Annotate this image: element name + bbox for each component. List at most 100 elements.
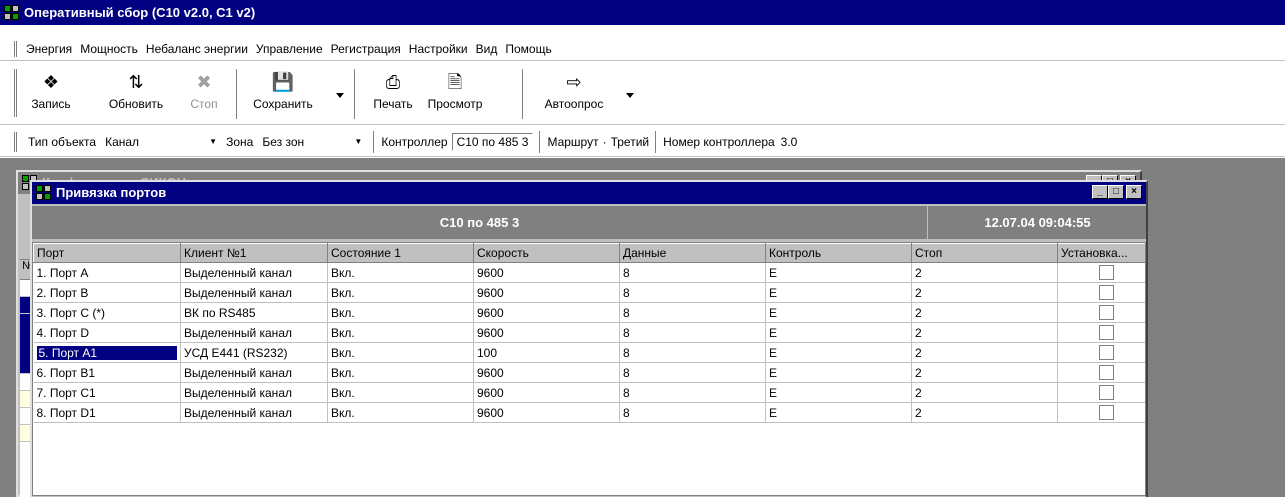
- speed-cell[interactable]: 9600: [473, 322, 620, 343]
- stop-bits-cell[interactable]: 2: [911, 402, 1058, 423]
- menu-view[interactable]: Вид: [472, 42, 502, 56]
- port-cell[interactable]: 2. Порт В: [33, 282, 181, 303]
- table-row[interactable]: 2. Порт В Выделенный канал Вкл. 9600 8 E 2: [33, 282, 1145, 303]
- speed-cell[interactable]: 100: [473, 342, 620, 363]
- state-cell[interactable]: Вкл.: [327, 262, 474, 283]
- install-checkbox[interactable]: [1099, 345, 1114, 361]
- speed-cell[interactable]: 9600: [473, 302, 620, 323]
- state-cell[interactable]: Вкл.: [327, 382, 474, 403]
- stop-bits-cell[interactable]: 2: [911, 322, 1058, 343]
- stop-bits-cell[interactable]: 2: [911, 362, 1058, 383]
- install-checkbox[interactable]: [1099, 365, 1114, 381]
- autopoll-dropdown-icon[interactable]: [626, 93, 634, 98]
- client-cell[interactable]: Выделенный канал: [180, 282, 328, 303]
- port-cell[interactable]: 6. Порт В1: [33, 362, 181, 383]
- toolbar-grip[interactable]: [14, 69, 17, 117]
- data-bits-cell[interactable]: 8: [619, 362, 766, 383]
- speed-cell[interactable]: 9600: [473, 382, 620, 403]
- table-row[interactable]: 6. Порт В1 Выделенный канал Вкл. 9600 8 E 2: [33, 362, 1145, 383]
- stop-bits-cell[interactable]: 2: [911, 342, 1058, 363]
- ports-window[interactable]: Привязка портов _ □ × С10 по 485 3 12.07…: [30, 180, 1148, 497]
- column-header[interactable]: Порт: [33, 243, 181, 263]
- record-button[interactable]: ❖ Запись: [28, 69, 74, 121]
- data-bits-cell[interactable]: 8: [619, 402, 766, 423]
- data-bits-cell[interactable]: 8: [619, 342, 766, 363]
- state-cell[interactable]: Вкл.: [327, 342, 474, 363]
- menu-settings[interactable]: Настройки: [405, 42, 472, 56]
- stop-bits-cell[interactable]: 2: [911, 282, 1058, 303]
- table-row[interactable]: 4. Порт D Выделенный канал Вкл. 9600 8 E 2: [33, 322, 1145, 343]
- maximize-icon[interactable]: □: [1108, 185, 1124, 199]
- menu-power[interactable]: Мощность: [76, 42, 142, 56]
- install-checkbox[interactable]: [1099, 305, 1114, 321]
- state-cell[interactable]: Вкл.: [327, 402, 474, 423]
- preview-button[interactable]: 🗎 Просмотр: [422, 69, 488, 121]
- stop-bits-cell[interactable]: 2: [911, 382, 1058, 403]
- client-cell[interactable]: Выделенный канал: [180, 402, 328, 423]
- ports-table[interactable]: Порт Клиент №1 Состояние 1 Скорость Данн…: [32, 242, 1146, 496]
- menu-energy[interactable]: Энергия: [22, 42, 76, 56]
- minimize-icon[interactable]: _: [1092, 185, 1108, 199]
- parity-cell[interactable]: E: [765, 282, 912, 303]
- table-row[interactable]: 7. Порт С1 Выделенный канал Вкл. 9600 8 E 2: [33, 382, 1145, 403]
- parity-cell[interactable]: E: [765, 362, 912, 383]
- install-checkbox[interactable]: [1099, 405, 1114, 421]
- data-bits-cell[interactable]: 8: [619, 262, 766, 283]
- save-button[interactable]: 💾 Сохранить: [248, 69, 318, 121]
- table-row[interactable]: 5. Порт А1 УСД Е441 (RS232) Вкл. 100 8 E 2: [33, 342, 1145, 363]
- port-cell[interactable]: 3. Порт С (*): [33, 302, 181, 323]
- menu-registration[interactable]: Регистрация: [327, 42, 405, 56]
- table-row[interactable]: 1. Порт А Выделенный канал Вкл. 9600 8 E 2: [33, 262, 1145, 283]
- client-cell[interactable]: Выделенный канал: [180, 262, 328, 283]
- column-header[interactable]: Скорость: [473, 243, 620, 263]
- chevron-down-icon[interactable]: ▼: [205, 133, 221, 151]
- menu-control[interactable]: Управление: [252, 42, 327, 56]
- column-header[interactable]: Стоп: [911, 243, 1058, 263]
- column-header[interactable]: Контроль: [765, 243, 912, 263]
- install-checkbox[interactable]: [1099, 385, 1114, 401]
- chevron-down-icon[interactable]: ▼: [350, 133, 366, 151]
- data-bits-cell[interactable]: 8: [619, 382, 766, 403]
- menu-help[interactable]: Помощь: [501, 42, 555, 56]
- parity-cell[interactable]: E: [765, 262, 912, 283]
- menu-imbalance[interactable]: Небаланс энергии: [142, 42, 252, 56]
- install-checkbox[interactable]: [1099, 265, 1114, 281]
- state-cell[interactable]: Вкл.: [327, 322, 474, 343]
- speed-cell[interactable]: 9600: [473, 362, 620, 383]
- client-cell[interactable]: Выделенный канал: [180, 362, 328, 383]
- speed-cell[interactable]: 9600: [473, 282, 620, 303]
- data-bits-cell[interactable]: 8: [619, 302, 766, 323]
- stop-bits-cell[interactable]: 2: [911, 302, 1058, 323]
- client-cell[interactable]: Выделенный канал: [180, 322, 328, 343]
- table-row[interactable]: 3. Порт С (*) ВК по RS485 Вкл. 9600 8 E 2: [33, 302, 1145, 323]
- refresh-button[interactable]: ⇅ Обновить: [100, 69, 172, 121]
- print-button[interactable]: ⎙ Печать: [366, 69, 420, 121]
- parity-cell[interactable]: E: [765, 382, 912, 403]
- parity-cell[interactable]: E: [765, 402, 912, 423]
- state-cell[interactable]: Вкл.: [327, 282, 474, 303]
- port-cell[interactable]: 5. Порт А1: [33, 342, 181, 363]
- install-checkbox[interactable]: [1099, 325, 1114, 341]
- state-cell[interactable]: Вкл.: [327, 362, 474, 383]
- speed-cell[interactable]: 9600: [473, 402, 620, 423]
- save-dropdown-icon[interactable]: [336, 93, 344, 98]
- table-row[interactable]: 8. Порт D1 Выделенный канал Вкл. 9600 8 E 2: [33, 402, 1145, 423]
- close-icon[interactable]: ×: [1126, 185, 1142, 199]
- data-bits-cell[interactable]: 8: [619, 322, 766, 343]
- column-header[interactable]: Установка...: [1057, 243, 1145, 263]
- ports-window-titlebar[interactable]: Привязка портов _ □ ×: [32, 182, 1146, 204]
- state-cell[interactable]: Вкл.: [327, 302, 474, 323]
- parity-cell[interactable]: E: [765, 302, 912, 323]
- install-checkbox[interactable]: [1099, 285, 1114, 301]
- parity-cell[interactable]: E: [765, 322, 912, 343]
- infobar-grip[interactable]: [14, 132, 17, 152]
- port-cell[interactable]: 1. Порт А: [33, 262, 181, 283]
- column-header[interactable]: Состояние 1: [327, 243, 474, 263]
- speed-cell[interactable]: 9600: [473, 262, 620, 283]
- port-cell[interactable]: 7. Порт С1: [33, 382, 181, 403]
- autopoll-button[interactable]: ⇨ Автоопрос: [534, 69, 614, 121]
- object-type-select[interactable]: Канал ▼: [100, 131, 223, 152]
- stop-bits-cell[interactable]: 2: [911, 262, 1058, 283]
- data-bits-cell[interactable]: 8: [619, 282, 766, 303]
- client-cell[interactable]: Выделенный канал: [180, 382, 328, 403]
